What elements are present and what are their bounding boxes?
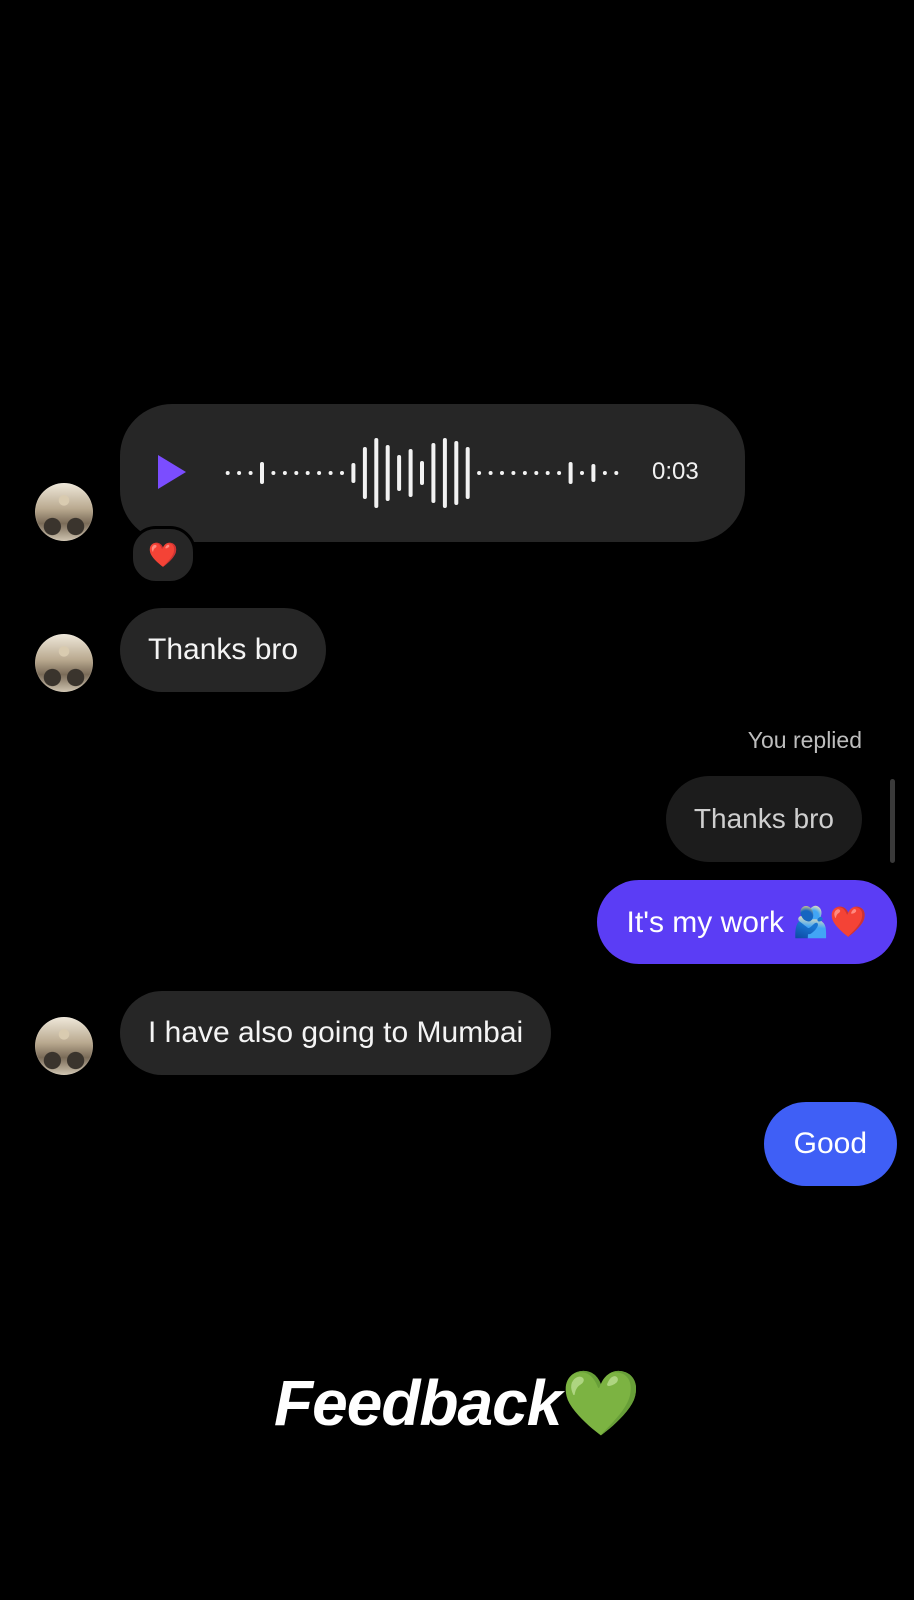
- waveform-bar: [420, 461, 424, 485]
- waveform-bar: [534, 471, 539, 475]
- waveform-bar: [545, 471, 550, 475]
- outgoing-message[interactable]: Good: [763, 1102, 897, 1186]
- feedback-caption: Feedback💚: [0, 1366, 914, 1441]
- waveform-bar: [397, 455, 402, 491]
- waveform-bar: [248, 471, 253, 475]
- waveform-bar: [591, 464, 596, 482]
- waveform-bar: [500, 471, 504, 475]
- waveform-bar: [580, 471, 584, 475]
- reply-indicator-bar: [890, 779, 895, 863]
- play-icon[interactable]: [158, 455, 186, 489]
- waveform-bar: [340, 471, 344, 475]
- replied-message-quote[interactable]: Thanks bro: [665, 776, 862, 862]
- waveform-bar: [374, 438, 379, 508]
- avatar[interactable]: [35, 1017, 93, 1075]
- waveform-bar: [408, 449, 413, 497]
- avatar[interactable]: [35, 634, 93, 692]
- incoming-message[interactable]: I have also going to Mumbai: [120, 991, 552, 1075]
- incoming-message[interactable]: Thanks bro: [120, 608, 327, 692]
- waveform-bar: [317, 471, 322, 475]
- waveform-bar: [568, 462, 573, 484]
- waveform-bar: [351, 463, 356, 483]
- waveform-bar: [305, 471, 310, 475]
- waveform-bar: [477, 471, 482, 475]
- waveform-bar: [385, 445, 390, 501]
- waveform-bar: [522, 471, 527, 475]
- waveform-bar: [237, 471, 242, 475]
- reaction-emoji: ❤️: [148, 541, 178, 569]
- message-text: Good: [793, 1127, 867, 1160]
- waveform-bar: [328, 471, 333, 475]
- waveform-bar: [602, 471, 607, 475]
- message-text: Thanks bro: [148, 633, 299, 666]
- waveform-bar: [282, 471, 287, 475]
- waveform-bar: [465, 447, 470, 499]
- waveform-bar: [431, 443, 436, 503]
- voice-message-bubble[interactable]: 0:03: [120, 404, 745, 542]
- waveform-bar: [614, 471, 619, 475]
- message-text: It's my work 🫂❤️: [626, 905, 867, 939]
- waveform-bar: [362, 447, 367, 499]
- green-heart-icon: 💚: [561, 1367, 641, 1439]
- quoted-text: Thanks bro: [693, 803, 834, 834]
- waveform: [225, 438, 619, 508]
- waveform-bar: [557, 471, 562, 475]
- reply-label: You replied: [747, 727, 862, 753]
- heart-reaction-icon[interactable]: ❤️: [130, 526, 196, 584]
- waveform-bar: [454, 441, 459, 505]
- waveform-bar: [271, 471, 276, 475]
- outgoing-message[interactable]: It's my work 🫂❤️: [596, 880, 897, 964]
- waveform-bar: [511, 471, 516, 475]
- message-text: I have also going to Mumbai: [148, 1016, 524, 1049]
- avatar[interactable]: [35, 483, 93, 541]
- waveform-bar: [442, 438, 447, 508]
- caption-text: Feedback: [274, 1367, 562, 1439]
- waveform-bar: [488, 471, 493, 475]
- waveform-bar: [260, 462, 264, 484]
- waveform-bar: [294, 471, 299, 475]
- waveform-bar: [225, 471, 230, 475]
- voice-duration: 0:03: [652, 458, 699, 485]
